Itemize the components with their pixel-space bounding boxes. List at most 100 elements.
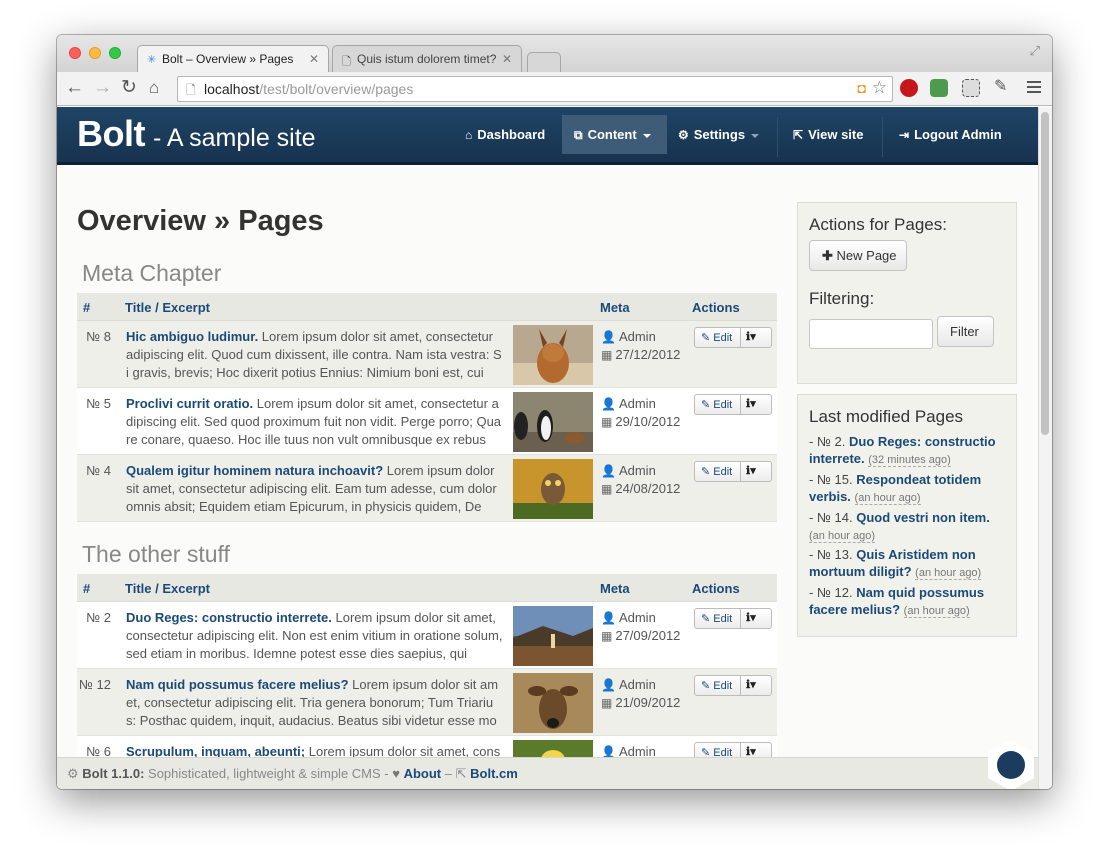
record-author: Admin bbox=[618, 329, 656, 344]
edit-button[interactable]: ✎ Edit bbox=[695, 328, 741, 347]
brand-name: Bolt bbox=[77, 113, 145, 154]
shield-extension-icon[interactable]: ◘ bbox=[858, 80, 866, 96]
info-dropdown-button[interactable]: ℹ▾ bbox=[741, 609, 771, 628]
record-title-link[interactable]: Hic ambiguo ludimur. bbox=[126, 329, 258, 344]
sign-out-icon: ⇥ bbox=[899, 128, 910, 142]
new-tab-button[interactable] bbox=[527, 52, 561, 72]
zoom-window-button[interactable] bbox=[109, 47, 121, 59]
col-meta[interactable]: Meta bbox=[600, 581, 630, 596]
record-date: 27/12/2012 bbox=[615, 347, 681, 362]
thumbnail-owl[interactable] bbox=[513, 459, 593, 519]
pen-extension-icon[interactable]: ✎ bbox=[994, 76, 1012, 95]
record-title-link[interactable]: Duo Reges: constructio interrete. bbox=[126, 610, 332, 625]
bolt-logo-badge[interactable] bbox=[984, 738, 1038, 789]
info-dropdown-button[interactable]: ℹ▾ bbox=[741, 462, 771, 481]
minimize-window-button[interactable] bbox=[89, 47, 101, 59]
col-meta[interactable]: Meta bbox=[600, 300, 630, 315]
tab-strip: ✳ Bolt – Overview » Pages ✕ 🗋 Quis istum… bbox=[57, 35, 1052, 72]
list-item: - № 13. Quis Aristidem non mortuum dilig… bbox=[809, 547, 982, 580]
tab-title: Bolt – Overview » Pages bbox=[162, 52, 294, 66]
record-number: № 8 bbox=[86, 329, 111, 344]
record-title-link[interactable]: Proclivi currit oratio. bbox=[126, 396, 253, 411]
about-link[interactable]: About bbox=[404, 766, 442, 781]
user-icon: 👤 bbox=[601, 611, 616, 625]
menu-icon[interactable] bbox=[1027, 81, 1041, 93]
bolt-cm-link[interactable]: Bolt.cm bbox=[470, 766, 518, 781]
record-title-link[interactable]: Qualem igitur hominem natura inchoavit? bbox=[126, 463, 383, 478]
nav-label: View site bbox=[808, 127, 864, 142]
info-dropdown-button[interactable]: ℹ▾ bbox=[741, 395, 771, 414]
edit-button[interactable]: ✎ Edit bbox=[695, 462, 741, 481]
reload-icon[interactable]: ↻ bbox=[121, 76, 137, 100]
col-title[interactable]: Title / Excerpt bbox=[125, 300, 210, 315]
screenshot-extension-icon[interactable] bbox=[962, 79, 980, 97]
item-time: (32 minutes ago) bbox=[868, 454, 951, 467]
nav-content[interactable]: ⧉ Content bbox=[562, 115, 667, 154]
nav-view-site[interactable]: ⇱ View site bbox=[793, 115, 863, 154]
record-author: Admin bbox=[618, 396, 656, 411]
table-row: № 4 Qualem igitur hominem natura inchoav… bbox=[77, 455, 777, 522]
browser-window: ✳ Bolt – Overview » Pages ✕ 🗋 Quis istum… bbox=[57, 35, 1052, 789]
record-actions: ✎ Edit ℹ▾ bbox=[694, 394, 772, 415]
nav-settings[interactable]: ⚙ Settings bbox=[678, 115, 760, 154]
forward-icon[interactable]: → bbox=[93, 76, 112, 100]
new-page-button[interactable]: ✚ New Page bbox=[809, 240, 907, 271]
info-icon: ℹ bbox=[746, 612, 751, 624]
actions-panel: Actions for Pages: ✚ New Page Filtering:… bbox=[797, 202, 1017, 384]
close-tab-icon[interactable]: ✕ bbox=[309, 52, 319, 66]
adblock-extension-icon[interactable] bbox=[900, 79, 918, 97]
col-title[interactable]: Title / Excerpt bbox=[125, 581, 210, 596]
address-bar[interactable]: 🗋 localhost/test/bolt/overview/pages ◘ ☆ bbox=[177, 76, 893, 102]
info-dropdown-button[interactable]: ℹ▾ bbox=[741, 328, 771, 347]
browser-toolbar: ← → ↻ ⌂ 🗋 localhost/test/bolt/overview/p… bbox=[57, 72, 1052, 106]
table-row: № 12 Nam quid possumus facere melius? Lo… bbox=[77, 669, 777, 736]
col-num[interactable]: # bbox=[83, 581, 90, 596]
external-link-icon: ⇱ bbox=[793, 128, 804, 142]
edit-button[interactable]: ✎ Edit bbox=[695, 395, 741, 414]
caret-down-icon bbox=[751, 133, 760, 138]
record-actions: ✎ Edit ℹ▾ bbox=[694, 608, 772, 629]
close-tab-icon[interactable]: ✕ bbox=[502, 52, 512, 66]
document-icon: 🗋 bbox=[342, 56, 351, 68]
info-dropdown-button[interactable]: ℹ▾ bbox=[741, 676, 771, 695]
tab-bolt-overview[interactable]: ✳ Bolt – Overview » Pages ✕ bbox=[137, 45, 329, 72]
nav-logout[interactable]: ⇥ Logout Admin bbox=[899, 115, 1002, 154]
record-excerpt: Nam quid possumus facere melius? Lorem i… bbox=[126, 676, 503, 732]
info-icon: ℹ bbox=[746, 398, 751, 410]
nav-dashboard[interactable]: ⌂ Dashboard bbox=[465, 115, 545, 154]
home-icon[interactable]: ⌂ bbox=[149, 76, 159, 100]
list-item: - № 12. Nam quid possumus facere melius?… bbox=[809, 585, 985, 618]
col-num[interactable]: # bbox=[83, 300, 90, 315]
back-icon[interactable]: ← bbox=[65, 76, 84, 100]
edit-button[interactable]: ✎ Edit bbox=[695, 609, 741, 628]
thumbnail-deer[interactable] bbox=[513, 673, 593, 733]
filter-input[interactable] bbox=[809, 319, 933, 349]
user-icon: 👤 bbox=[601, 397, 616, 411]
caret-down-icon bbox=[642, 133, 651, 138]
thumbnail-landscape[interactable] bbox=[513, 606, 593, 666]
record-number: № 12 bbox=[78, 677, 111, 692]
tab-quis-istum[interactable]: 🗋 Quis istum dolorem timet? ✕ bbox=[332, 45, 522, 72]
list-item: - № 14. Quod vestri non item. (an hour a… bbox=[809, 510, 990, 543]
thumbnail-caracal[interactable] bbox=[513, 325, 593, 385]
scrollbar-thumb[interactable] bbox=[1041, 112, 1049, 435]
info-icon: ℹ bbox=[746, 465, 751, 477]
bookmark-star-icon[interactable]: ☆ bbox=[872, 78, 887, 98]
nav-label: Dashboard bbox=[477, 127, 546, 142]
fullscreen-icon[interactable]: ⤢ bbox=[1030, 43, 1040, 59]
page-title-sub: » Pages bbox=[205, 205, 324, 237]
user-icon: 👤 bbox=[601, 330, 616, 344]
record-date: 24/08/2012 bbox=[615, 481, 681, 496]
edit-button[interactable]: ✎ Edit bbox=[695, 676, 741, 695]
record-title-link[interactable]: Nam quid possumus facere melius? bbox=[126, 677, 349, 692]
calendar-icon: ▦ bbox=[601, 482, 613, 496]
close-window-button[interactable] bbox=[69, 47, 81, 59]
brand-logo[interactable]: Bolt bbox=[77, 113, 145, 155]
item-link[interactable]: Quod vestri non item. bbox=[856, 510, 990, 525]
bolt-favicon-icon: ✳ bbox=[147, 54, 157, 66]
filter-button[interactable]: Filter bbox=[937, 316, 994, 347]
thumbnail-penguins[interactable] bbox=[513, 392, 593, 452]
evernote-extension-icon[interactable] bbox=[930, 79, 948, 97]
calendar-icon: ▦ bbox=[601, 629, 613, 643]
record-excerpt: Proclivi currit oratio. Lorem ipsum dolo… bbox=[126, 395, 503, 451]
